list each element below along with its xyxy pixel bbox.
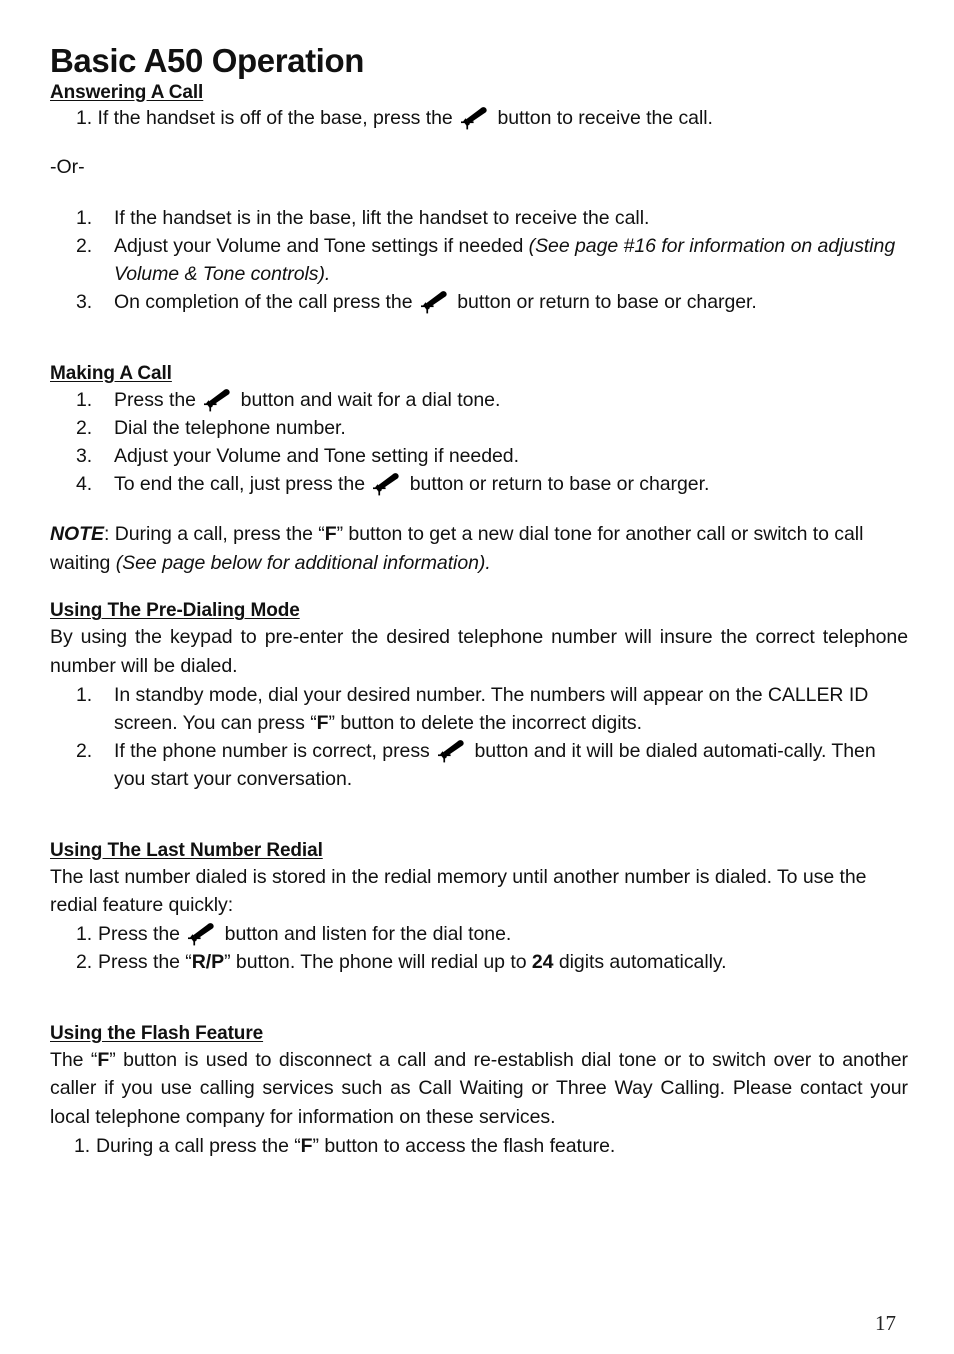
note-text-part1: : During a call, press the “ — [103, 523, 325, 546]
list-item-number: 1. — [76, 206, 93, 229]
note-paragraph: NOTE: During a call, press the “F” butto… — [50, 520, 908, 577]
redial-list: 1. Press the button and listen for the d… — [76, 920, 908, 976]
note-italic-reference: (See page below for additional informati… — [115, 551, 491, 574]
making-a-call-list: 1. Press the button and wait for a dial … — [76, 386, 908, 498]
list-item-text: During a call press the “ — [96, 1134, 301, 1157]
section-heading-making-a-call: Making A Call — [50, 363, 172, 385]
list-item-text: Press the “ — [98, 950, 192, 973]
list-item: 1. If the handset is off of the base, pr… — [76, 104, 908, 132]
list-item: 1. During a call press the “F” button to… — [74, 1132, 908, 1160]
list-item: 1. If the handset is in the base, lift t… — [76, 204, 908, 232]
list-item-text-cont: button to receive the call. — [497, 107, 713, 130]
list-item-text: To end the call, just press the — [114, 473, 366, 496]
phone-handset-icon — [187, 922, 217, 946]
list-item: 1. In standby mode, dial your desired nu… — [76, 681, 908, 737]
list-item: 1. Press the button and listen for the d… — [76, 920, 908, 948]
list-item-number: 2. — [76, 234, 93, 257]
section-heading-pre-dialing-mode: Using The Pre-Dialing Mode — [50, 600, 300, 622]
list-item-text-cont: button or return to base or charger. — [409, 473, 710, 496]
button-f: F — [300, 1134, 313, 1157]
list-item: 3. Adjust your Volume and Tone setting i… — [76, 442, 908, 470]
list-item-number: 3. — [76, 291, 93, 313]
list-item-number: 1. — [76, 388, 93, 411]
list-item-text-end: digits automatically. — [553, 950, 727, 973]
list-item-text-cont: button and listen for the dial tone. — [224, 922, 512, 945]
flash-list: 1. During a call press the “F” button to… — [74, 1132, 908, 1160]
pre-dialing-list: 1. In standby mode, dial your desired nu… — [76, 681, 908, 793]
list-item: 2. Dial the telephone number. — [76, 414, 908, 442]
list-item-number: 2. — [76, 416, 93, 439]
phone-handset-icon — [460, 106, 490, 130]
section-heading-last-number-redial: Using The Last Number Redial — [50, 839, 323, 861]
pre-dialing-intro: By using the keypad to pre-enter the des… — [50, 626, 908, 677]
list-item-text-cont: button or return to base or charger. — [457, 291, 757, 313]
list-item-number: 1. — [74, 1134, 91, 1157]
list-item-text: If the phone number is correct, press — [114, 739, 430, 762]
flash-text-part1: The “ — [50, 1048, 98, 1071]
document-page: Basic A50 Operation Answering A Call 1. … — [0, 0, 954, 1354]
list-item: 4. To end the call, just press the butto… — [76, 470, 908, 498]
list-item-text-cont: ” button to access the flash feature. — [312, 1134, 616, 1157]
button-f: F — [316, 711, 329, 734]
list-item-text-cont: button and wait for a dial tone. — [240, 388, 501, 411]
list-item-number: 2. — [76, 950, 93, 973]
redial-intro: The last number dialed is stored in the … — [50, 865, 867, 917]
list-item-text: On completion of the call press the — [114, 291, 413, 313]
list-item-number: 3. — [76, 444, 93, 467]
list-item-number: 1. — [76, 683, 93, 706]
phone-handset-icon — [437, 739, 467, 763]
list-item: 2. Press the “R/P” button. The phone wil… — [76, 948, 908, 976]
list-item-text: Adjust your Volume and Tone setting if n… — [114, 444, 519, 467]
answering-second-list: 1. If the handset is in the base, lift t… — [76, 204, 908, 316]
section-heading-answering-a-call: Answering A Call — [50, 81, 204, 103]
flash-paragraph: The “F” button is used to disconnect a c… — [50, 1046, 908, 1132]
or-separator: -Or- — [50, 156, 85, 179]
list-item: 2. Adjust your Volume and Tone settings … — [76, 232, 908, 288]
list-item: 1. Press the button and wait for a dial … — [76, 386, 908, 414]
list-item-text-cont: ” button to delete the incorrect digits. — [328, 711, 642, 734]
list-item-number: 2. — [76, 739, 93, 762]
phone-handset-icon — [372, 472, 402, 496]
list-item-number: 1. — [76, 922, 93, 945]
list-item-text: 1. If the handset is off of the base, pr… — [76, 107, 453, 130]
phone-handset-icon — [420, 290, 450, 314]
list-item: 2. If the phone number is correct, press… — [76, 737, 908, 793]
list-item-number: 4. — [76, 473, 93, 496]
note-button-f: F — [324, 523, 337, 546]
page-number: 17 — [875, 1311, 896, 1335]
list-item-text: Press the — [114, 388, 196, 411]
button-f: F — [97, 1048, 110, 1071]
flash-text-part2: ” button is used to disconnect a call an… — [50, 1048, 909, 1129]
page-title: Basic A50 Operation — [50, 42, 364, 79]
answering-first-list: 1. If the handset is off of the base, pr… — [76, 104, 908, 132]
list-item-text: Press the — [98, 922, 180, 945]
button-rp: R/P — [191, 950, 225, 973]
phone-handset-icon — [203, 388, 233, 412]
list-item: 3. On completion of the call press the b… — [76, 288, 908, 316]
redial-digit-count: 24 — [531, 950, 554, 973]
list-item-text: Adjust your Volume and Tone settings if … — [114, 234, 529, 257]
list-item-text: Dial the telephone number. — [114, 416, 346, 439]
section-heading-flash-feature: Using the Flash Feature — [50, 1023, 264, 1045]
list-item-text-cont: ” button. The phone will redial up to — [224, 950, 532, 973]
list-item-text: If the handset is in the base, lift the … — [114, 206, 650, 229]
note-label: NOTE — [50, 523, 104, 546]
